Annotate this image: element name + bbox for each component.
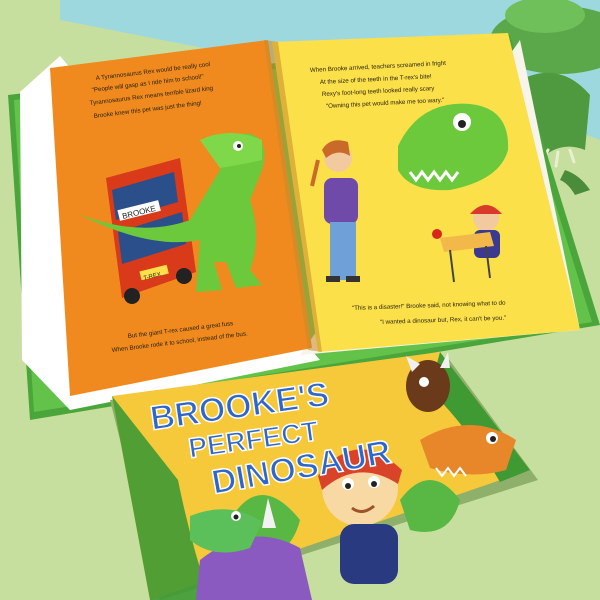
photo-scene: BROOKE'S PERFECT DINOSAUR BROOKE T-REX A… (0, 0, 600, 600)
cover-orange-dino (420, 425, 516, 478)
